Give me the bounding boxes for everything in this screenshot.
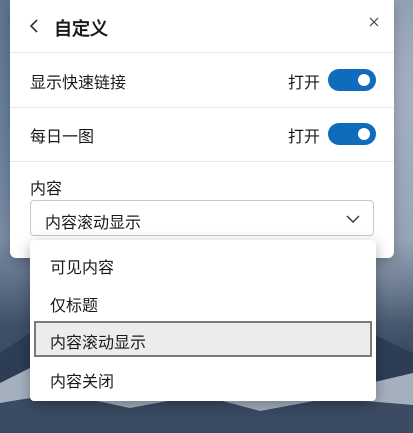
close-icon (369, 17, 379, 27)
setting-row-daily-image: 每日一图 打开 (10, 107, 394, 161)
setting-row-quick-links: 显示快速链接 打开 (10, 53, 394, 107)
close-button[interactable] (364, 12, 384, 32)
quick-links-toggle[interactable] (328, 69, 376, 91)
back-arrow-icon (29, 19, 38, 33)
daily-image-state: 打开 (287, 127, 320, 146)
toggle-knob (358, 128, 370, 140)
dropdown-option[interactable]: 内容关闭 (34, 360, 372, 396)
panel-title: 自定义 (54, 19, 108, 40)
daily-image-toggle[interactable] (328, 123, 376, 145)
content-dropdown-menu: 可见内容 仅标题 内容滚动显示 内容关闭 (30, 240, 376, 401)
dropdown-option-selected[interactable]: 内容滚动显示 (34, 321, 372, 357)
quick-links-state: 打开 (287, 73, 320, 92)
dropdown-option[interactable]: 仅标题 (34, 284, 372, 320)
content-select[interactable]: 内容滚动显示 (30, 200, 374, 236)
customize-panel: 自定义 显示快速链接 打开 每日一图 打开 内容 内容滚动显示 (10, 0, 394, 258)
dropdown-option[interactable]: 可见内容 (34, 246, 372, 282)
content-label: 内容 (30, 179, 63, 198)
panel-header: 自定义 (10, 0, 394, 52)
content-select-value: 内容滚动显示 (45, 213, 142, 232)
back-button[interactable] (22, 14, 46, 38)
chevron-down-icon (346, 215, 360, 223)
divider (10, 161, 394, 162)
quick-links-label: 显示快速链接 (30, 73, 127, 92)
daily-image-label: 每日一图 (30, 127, 95, 146)
toggle-knob (358, 74, 370, 86)
